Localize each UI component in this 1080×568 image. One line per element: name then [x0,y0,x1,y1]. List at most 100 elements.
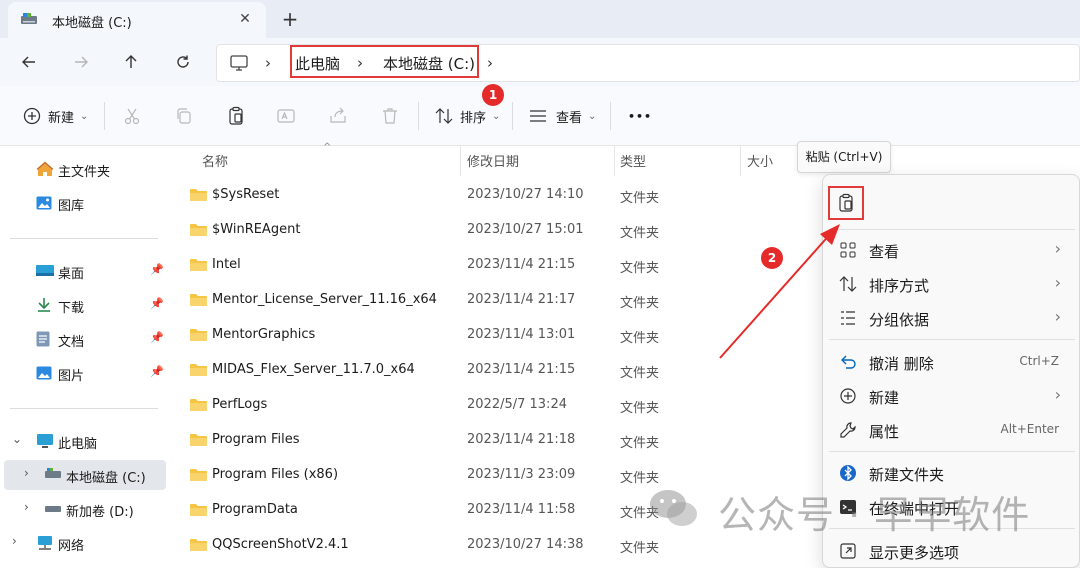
context-paste-button[interactable] [828,186,864,220]
menu-item-new[interactable]: 新建 › [823,379,1080,413]
menu-item-open-in-terminal[interactable]: 在终端中打开 [823,490,1080,524]
menu-item-undo-delete[interactable]: 撤消 删除 Ctrl+Z [823,345,1080,379]
view-button[interactable]: 查看 ⌄ [528,104,596,128]
scissors-icon [122,106,142,126]
table-row[interactable]: QQScreenShotV2.4.1 2023/10/27 14:38 文件夹 [168,527,808,562]
sort-ascending-icon: ^ [323,142,332,153]
chevron-right-icon[interactable]: › [24,500,29,514]
delete-button[interactable] [380,104,400,128]
sidebar-divider [10,408,158,409]
table-row[interactable]: Program Files 2023/11/4 21:18 文件夹 [168,422,808,457]
rename-button[interactable] [276,104,296,128]
drive-icon [44,467,61,483]
close-icon[interactable]: ✕ [234,8,256,30]
menu-item-view[interactable]: 查看 › [823,233,1080,267]
folder-icon [190,223,207,236]
sidebar-item-label: 下载 [58,301,85,316]
sidebar-item-desktop[interactable]: 桌面 📌 [0,256,168,286]
pin-icon[interactable]: 📌 [150,331,164,344]
toolbar-divider [418,102,419,130]
column-divider[interactable] [740,146,741,176]
chevron-right-icon[interactable]: › [24,466,29,480]
desktop-icon [36,263,54,279]
sidebar-item-downloads[interactable]: 下载 📌 [0,290,168,320]
folder-icon [190,188,207,201]
refresh-button[interactable] [168,48,198,76]
table-row[interactable]: Intel 2023/11/4 21:15 文件夹 [168,247,808,282]
table-row[interactable]: $SysReset 2023/10/27 14:10 文件夹 [168,177,808,212]
menu-item-sort-by[interactable]: 排序方式 › [823,267,1080,301]
column-header-type[interactable]: 类型 [620,151,646,170]
more-button[interactable]: ••• [628,104,652,128]
column-header-modified[interactable]: 修改日期 [467,151,519,170]
clipboard-icon [226,106,246,126]
column-header-size[interactable]: 大小 [747,151,773,170]
pin-icon[interactable]: 📌 [150,297,164,310]
column-divider[interactable] [614,146,615,176]
new-button[interactable]: 新建 ⌄ [22,104,88,128]
arrow-left-icon [22,56,35,68]
folder-icon [190,328,207,341]
sort-button[interactable]: 排序 ⌄ [434,104,500,128]
table-row[interactable]: ProgramData 2023/11/4 11:58 文件夹 [168,492,808,527]
back-button[interactable] [14,48,44,76]
paste-button[interactable] [226,104,246,128]
sidebar-item-home[interactable]: 主文件夹 [0,154,168,184]
table-row[interactable]: MentorGraphics 2023/11/4 13:01 文件夹 [168,317,808,352]
monitor-icon [229,54,249,72]
menu-divider [829,229,1075,230]
refresh-icon [177,55,189,68]
sidebar-item-label: 本地磁盘 (C:) [66,471,146,486]
table-row[interactable]: PerfLogs 2022/5/7 13:24 文件夹 [168,387,808,422]
table-row[interactable]: $WinREAgent 2023/10/27 15:01 文件夹 [168,212,808,247]
up-button[interactable] [116,48,146,76]
breadcrumb-this-pc[interactable]: 此电脑 [295,53,340,74]
menu-item-new-folder[interactable]: 新建文件夹 [823,456,1080,490]
file-type: 文件夹 [620,191,660,206]
menu-divider [829,528,1075,529]
folder-icon [190,503,207,516]
address-bar[interactable]: › 此电脑 › 本地磁盘 (C:) › [216,44,1080,82]
sidebar-item-local-disk-c[interactable]: › 本地磁盘 (C:) [4,460,166,490]
pin-icon[interactable]: 📌 [150,263,164,276]
cut-button[interactable] [122,104,142,128]
new-button-label: 新建 [48,110,75,126]
file-name: $WinREAgent [212,222,301,237]
sidebar-item-new-volume-d[interactable]: › 新加卷 (D:) [0,494,168,524]
file-name: ProgramData [212,502,298,517]
download-icon [36,297,52,313]
menu-item-group-by[interactable]: 分组依据 › [823,301,1080,335]
sidebar-item-pictures[interactable]: 图片 📌 [0,358,168,388]
sidebar-item-gallery[interactable]: 图库 [0,188,168,218]
sidebar-item-documents[interactable]: 文档 📌 [0,324,168,354]
sort-button-label: 排序 [460,110,487,126]
share-button[interactable] [328,104,348,128]
menu-item-show-more-options[interactable]: 显示更多选项 [823,534,1080,568]
forward-button[interactable] [66,48,96,76]
command-bar: 新建 ⌄ 排序 ⌄ 查看 ⌄ ••• [0,86,1080,146]
sidebar-item-this-pc[interactable]: ⌄ 此电脑 [0,426,168,456]
menu-item-label: 撤消 删除 [869,355,934,373]
file-type: 文件夹 [620,541,660,556]
sidebar-item-network[interactable]: › 网络 [0,528,168,558]
step-badge-1: 1 [482,84,504,106]
menu-item-properties[interactable]: 属性 Alt+Enter [823,413,1080,447]
pin-icon[interactable]: 📌 [150,365,164,378]
chevron-right-icon[interactable]: › [12,534,17,548]
folder-icon [190,468,207,481]
file-name: $SysReset [212,187,280,202]
breadcrumb-separator: › [357,54,363,72]
chevron-down-icon[interactable]: ⌄ [12,432,22,446]
table-row[interactable]: MIDAS_Flex_Server_11.7.0_x64 2023/11/4 21… [168,352,808,387]
column-divider[interactable] [460,146,461,176]
table-row[interactable]: Program Files (x86) 2023/11/3 23:09 文件夹 [168,457,808,492]
column-header-name[interactable]: 名称 [202,151,228,170]
copy-button[interactable] [174,104,194,128]
breadcrumb-local-disk[interactable]: 本地磁盘 (C:) [383,53,475,74]
new-tab-button[interactable]: + [276,6,304,32]
breadcrumb-separator[interactable]: › [487,54,493,72]
sidebar-divider [10,238,158,239]
undo-icon [839,353,857,371]
table-row[interactable]: Mentor_License_Server_11.16_x64 2023/11/4… [168,282,808,317]
tab-local-disk[interactable]: 本地磁盘 (C:) ✕ [8,2,266,38]
